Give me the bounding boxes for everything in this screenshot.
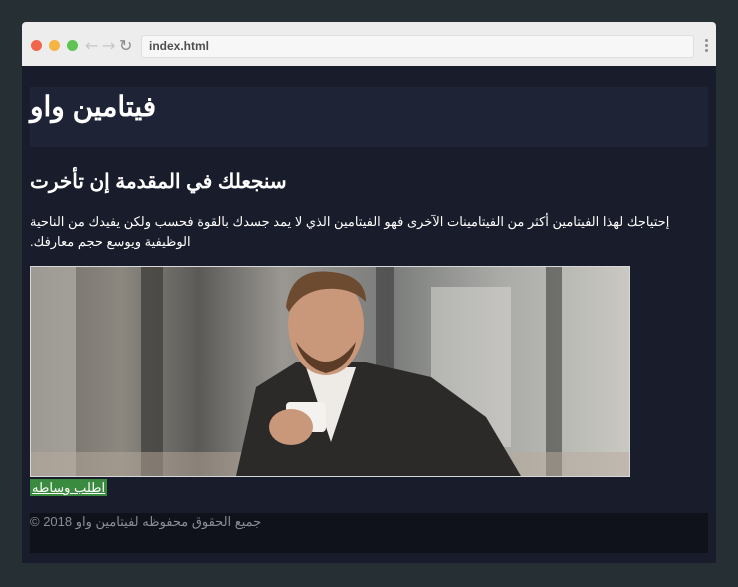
request-mediation-link[interactable]: اطلب وساطه [30, 479, 108, 496]
site-footer: جميع الحقوق محفوظه لفيتامين واو 2018 © [30, 513, 708, 553]
hero-photo-man-with-cup [31, 267, 629, 476]
address-bar-url: index.html [149, 39, 210, 53]
site-header: فيتامين واو [30, 87, 708, 147]
close-window-button[interactable] [31, 40, 42, 51]
footer-copyright: جميع الحقوق محفوظه لفيتامين واو 2018 © [30, 514, 262, 529]
minimize-window-button[interactable] [49, 40, 60, 51]
browser-toolbar: ← → ↻ index.html [22, 22, 716, 66]
page-description: إحتياجك لهذا الفيتامين أكثر من الفيتامين… [30, 214, 670, 249]
address-bar[interactable]: index.html [141, 35, 694, 58]
maximize-window-button[interactable] [67, 40, 78, 51]
site-title: فيتامين واو [30, 91, 157, 122]
kebab-menu-icon[interactable] [705, 39, 708, 54]
forward-arrow-icon[interactable]: → [102, 36, 115, 55]
browser-window: ← → ↻ index.html فيتامين واو سنجعلك في ا… [22, 22, 716, 563]
hero-image [30, 266, 630, 477]
page-subtitle: سنجعلك في المقدمة إن تأخرت [30, 171, 287, 193]
reload-icon[interactable]: ↻ [119, 36, 132, 55]
back-arrow-icon[interactable]: ← [85, 36, 98, 55]
